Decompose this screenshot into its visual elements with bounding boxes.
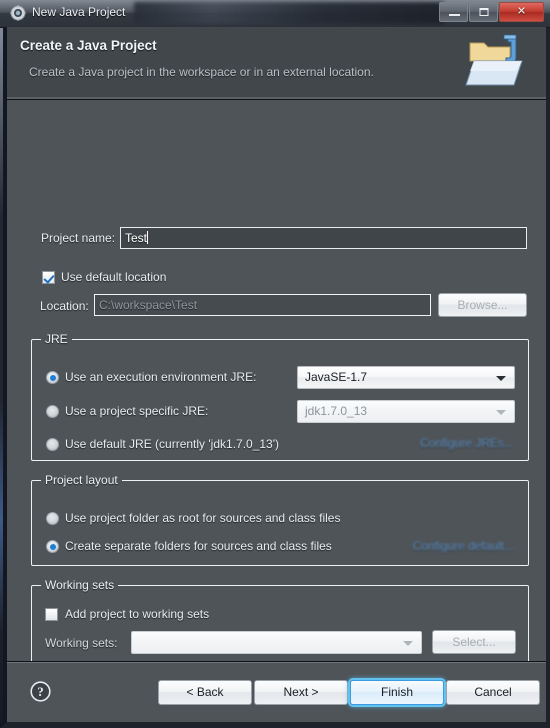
select-working-sets-button[interactable]: Select... — [432, 630, 516, 654]
project-specific-jre-combo[interactable]: jdk1.7.0_13 — [297, 400, 515, 423]
radio-create-separate-folders[interactable] — [46, 540, 59, 553]
wizard-header: Create a Java Project Create a Java proj… — [7, 27, 546, 100]
minimize-button[interactable] — [439, 2, 468, 22]
back-button[interactable]: < Back — [158, 680, 252, 705]
execution-environment-combo[interactable]: JavaSE-1.7 — [297, 366, 515, 389]
close-button[interactable]: ✕ — [499, 2, 544, 22]
project-specific-jre-value: jdk1.7.0_13 — [305, 404, 368, 418]
cancel-button[interactable]: Cancel — [446, 680, 540, 705]
new-java-project-banner-icon — [464, 31, 530, 93]
text-caret — [147, 231, 149, 244]
project-layout-group: Project layout Use project folder as roo… — [31, 473, 529, 566]
add-project-to-working-sets-label: Add project to working sets — [65, 607, 210, 621]
project-layout-group-label: Project layout — [41, 473, 122, 487]
window-controls: ✕ — [439, 2, 544, 22]
chevron-down-icon — [496, 409, 506, 415]
title-bar: New Java Project ✕ — [0, 0, 550, 28]
java-project-icon — [10, 5, 26, 21]
maximize-icon — [479, 8, 488, 16]
project-name-input[interactable]: Test — [120, 227, 527, 249]
configure-jres-link[interactable]: Configure JREs... — [420, 436, 514, 450]
help-icon[interactable]: ? — [30, 681, 51, 702]
wizard-footer: ? < Back Next > Finish Cancel — [7, 661, 546, 722]
minimize-icon — [449, 14, 460, 16]
svg-text:?: ? — [37, 684, 44, 699]
working-sets-combo[interactable] — [131, 631, 422, 654]
radio-use-default-jre[interactable] — [46, 438, 59, 451]
close-icon: ✕ — [516, 5, 527, 18]
location-label: Location: — [40, 299, 89, 313]
finish-button[interactable]: Finish — [350, 680, 444, 705]
project-name-label: Project name: — [41, 231, 116, 245]
execution-environment-value: JavaSE-1.7 — [305, 370, 368, 384]
location-input[interactable]: C:\workspace\Test — [94, 294, 431, 316]
page-title: Create a Java Project — [20, 38, 157, 53]
add-project-to-working-sets-checkbox[interactable] — [45, 608, 58, 621]
wizard-body: Project name: Test Use default location … — [7, 101, 546, 665]
radio-use-project-specific-jre[interactable] — [46, 405, 59, 418]
working-sets-group-label: Working sets — [41, 578, 119, 592]
project-name-value: Test — [125, 231, 148, 245]
title-bar-blur-overlay — [134, 2, 444, 24]
label-use-project-specific-jre: Use a project specific JRE: — [65, 404, 209, 418]
use-default-location-label: Use default location — [61, 270, 167, 284]
label-create-separate-folders: Create separate folders for sources and … — [65, 539, 332, 553]
jre-group: JRE Use an execution environment JRE: Ja… — [31, 332, 529, 461]
radio-use-execution-environment-jre[interactable] — [46, 371, 59, 384]
chevron-down-icon — [403, 640, 413, 646]
use-default-location-checkbox[interactable] — [42, 271, 55, 284]
new-java-project-dialog: New Java Project ✕ Create a Java Project… — [0, 0, 550, 728]
jre-group-label: JRE — [41, 332, 72, 346]
next-button[interactable]: Next > — [254, 680, 348, 705]
window-title: New Java Project — [32, 5, 126, 19]
label-project-folder-as-root: Use project folder as root for sources a… — [65, 511, 341, 525]
label-use-default-jre: Use default JRE (currently 'jdk1.7.0_13'… — [65, 437, 280, 451]
configure-default-link[interactable]: Configure default... — [413, 539, 514, 553]
label-use-execution-environment-jre: Use an execution environment JRE: — [65, 370, 257, 384]
working-sets-label: Working sets: — [45, 636, 118, 650]
chevron-down-icon — [496, 375, 506, 381]
working-sets-group: Working sets Add project to working sets… — [31, 578, 529, 665]
radio-project-folder-as-root[interactable] — [46, 512, 59, 525]
browse-button[interactable]: Browse... — [438, 293, 527, 317]
page-description: Create a Java project in the workspace o… — [29, 65, 374, 79]
maximize-button[interactable] — [469, 2, 498, 22]
